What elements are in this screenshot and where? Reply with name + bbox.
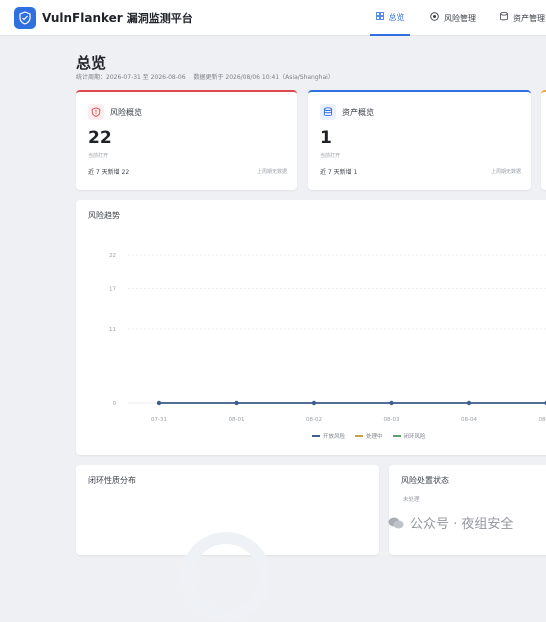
- nav-risk-management[interactable]: 风险管理: [430, 0, 476, 36]
- page-title: 总览: [76, 54, 107, 72]
- legend-item-open[interactable]: 开放风险: [312, 432, 345, 440]
- nav-risk-label: 风险管理: [444, 13, 476, 23]
- legend-swatch-open: [312, 435, 320, 437]
- grid-icon: [375, 11, 384, 23]
- app-brand[interactable]: VulnFlanker 漏洞监测平台: [42, 10, 193, 26]
- data-point: [389, 400, 394, 406]
- stats-period: 统计周期：2026-07-31 至 2026-08-06: [76, 74, 186, 81]
- nav-overview[interactable]: 总览: [370, 0, 410, 36]
- data-point: [311, 400, 317, 406]
- asset-caption: 当前打开: [320, 153, 341, 159]
- wechat-icon: [388, 517, 404, 528]
- risk-status-title: 风险处置状态: [401, 476, 449, 485]
- nav-overview-label: 总览: [388, 12, 405, 22]
- legend-label-open: 开放风险: [323, 434, 346, 440]
- data-point: [234, 400, 239, 406]
- legend-swatch-closed: [392, 435, 401, 437]
- y-tick-label: 0: [113, 401, 117, 407]
- stats-meta: 统计周期：2026-07-31 至 2026-08-06 数据更新于 2026/…: [76, 72, 340, 81]
- shield-alert-icon: [88, 104, 104, 120]
- app-subtitle: 漏洞监测平台: [126, 12, 193, 25]
- database-icon: [500, 12, 508, 24]
- x-tick-label: 08-03: [384, 417, 400, 423]
- legend-label-processing: 处理中: [366, 434, 383, 440]
- next-stat-card-partial: [541, 90, 546, 190]
- x-tick-label: 08-02: [306, 417, 322, 423]
- data-point: [156, 400, 162, 406]
- risk-status-unprocessed: 未处理: [403, 497, 420, 503]
- risk-previous-note: 上周期无数据: [256, 169, 287, 175]
- risk-status-card: 风险处置状态 未处理: [389, 465, 546, 555]
- nav-asset-management[interactable]: 资产管理: [500, 0, 545, 36]
- nav-asset-label: 资产管理: [513, 13, 545, 23]
- risk-caption: 当前打开: [88, 153, 109, 159]
- top-bar: VulnFlanker 漏洞监测平台 总览 风险管理 资产管理: [0, 0, 546, 36]
- asset-count: 1: [320, 128, 332, 148]
- asset-previous-note: 上周期无数据: [490, 169, 521, 175]
- legend-label-closed: 闭环风险: [403, 434, 426, 440]
- legend-swatch-processing: [355, 435, 364, 437]
- legend-item-processing[interactable]: 处理中: [355, 432, 383, 440]
- risk-count: 22: [88, 128, 112, 148]
- asset-overview-card[interactable]: 资产概览 1 当前打开 近 7 天新增 1 上周期无数据: [308, 90, 531, 190]
- data-point: [466, 400, 472, 406]
- risk-overview-card[interactable]: 风险概览 22 当前打开 近 7 天新增 22 上周期无数据: [76, 90, 297, 190]
- chart-legend: 开放风险 处理中 闭环风险: [312, 432, 436, 440]
- y-tick-label: 11: [109, 327, 116, 333]
- risk-trend-chart: 0 11 17 22 07-31 08-01 08-02 08-03 08-04 08-05: [109, 253, 546, 423]
- x-tick-label: 07-31: [151, 417, 167, 423]
- watermark-text: 公众号 · 夜组安全: [410, 517, 514, 532]
- data-updated-time: 数据更新于 2026/08/06 10:41（Asia/Shanghai）: [193, 74, 334, 81]
- app-name: VulnFlanker: [42, 11, 123, 25]
- asset-overview-label: 资产概览: [342, 107, 374, 117]
- y-tick-label: 22: [109, 253, 116, 259]
- closure-donut-chart: [181, 532, 271, 622]
- database-icon: [320, 104, 336, 120]
- shield-logo-icon[interactable]: [14, 7, 36, 29]
- wechat-watermark: 公众号 · 夜组安全: [388, 513, 513, 532]
- asset-recent-added: 近 7 天新增 1: [320, 169, 358, 176]
- closure-distribution-card: 闭环性质分布: [76, 465, 379, 622]
- x-tick-label: 08-05: [539, 417, 546, 423]
- risk-overview-label: 风险概览: [110, 107, 142, 117]
- x-tick-label: 08-04: [461, 417, 477, 423]
- closure-distribution-title: 闭环性质分布: [88, 476, 136, 485]
- risk-recent-added: 近 7 天新增 22: [88, 169, 130, 176]
- legend-item-closed[interactable]: 闭环风险: [392, 432, 426, 440]
- y-tick-label: 17: [109, 287, 116, 293]
- x-tick-label: 08-01: [229, 417, 245, 423]
- radar-icon: [430, 12, 439, 24]
- risk-trend-card: 风险趋势 011172207-3108-0108-0208-0308-0408-…: [76, 200, 546, 455]
